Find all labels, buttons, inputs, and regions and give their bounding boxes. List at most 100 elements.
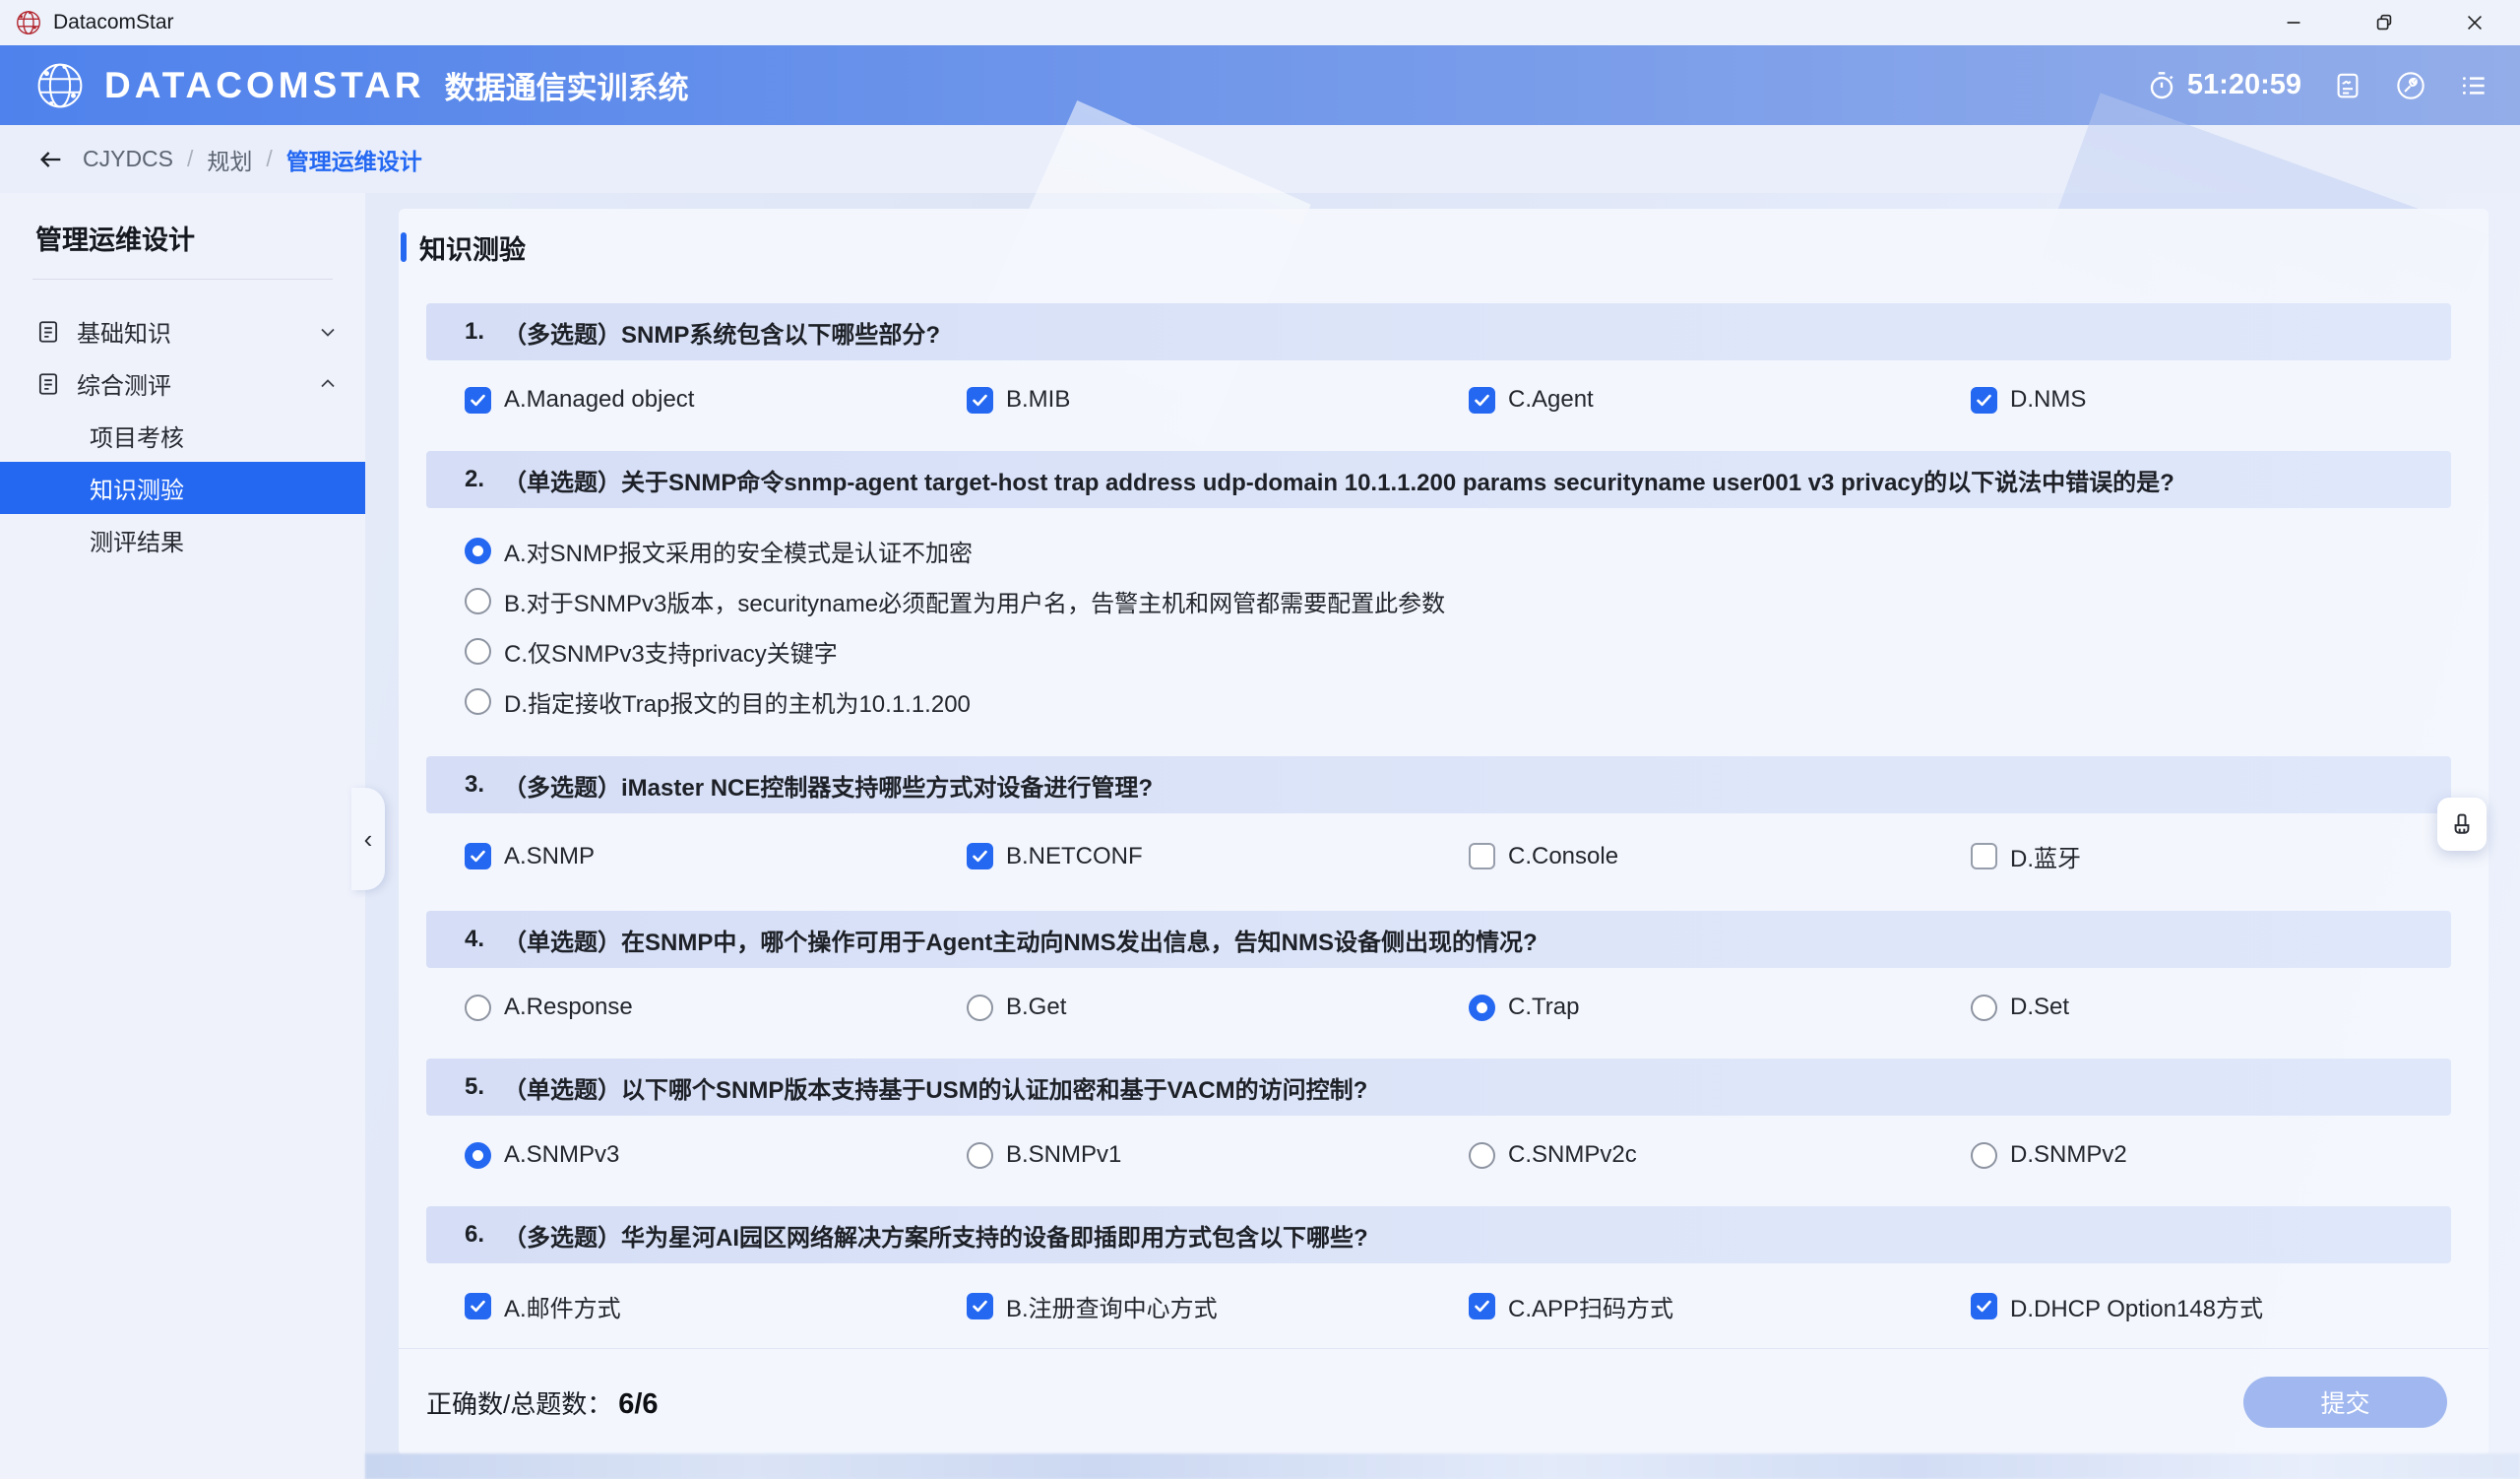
submit-button[interactable]: 提交: [2243, 1377, 2447, 1428]
radio-selected-icon[interactable]: [465, 1142, 491, 1169]
checkbox-checked-icon[interactable]: [465, 1293, 491, 1319]
brush-icon[interactable]: [2437, 798, 2487, 851]
checkbox-checked-icon[interactable]: [1971, 1293, 1997, 1319]
question-text: （多选题）SNMP系统包含以下哪些部分?: [503, 315, 940, 350]
radio-unselected-icon[interactable]: [465, 638, 491, 665]
option[interactable]: B.NETCONF: [967, 843, 1469, 870]
checkbox-checked-icon[interactable]: [1469, 1293, 1495, 1319]
back-arrow-icon[interactable]: [37, 146, 65, 173]
option-label: D.DHCP Option148方式: [2010, 1289, 2263, 1323]
checkbox-checked-icon[interactable]: [967, 1293, 993, 1319]
question-options: A.Managed object B.MIBC.AgentD.NMS: [426, 360, 2451, 451]
question-number: 2.: [465, 466, 484, 493]
radio-unselected-icon[interactable]: [465, 588, 491, 614]
workspace: 管理运维设计 基础知识综合测评项目考核知识测验测评结果 ‹ 知识测验 1.（多选…: [0, 193, 2520, 1479]
option[interactable]: A.Response: [465, 994, 967, 1021]
app-logo-icon: [14, 8, 43, 37]
breadcrumb-item[interactable]: CJYDCS: [83, 146, 173, 172]
option[interactable]: A.邮件方式: [465, 1289, 967, 1323]
question-options: A.SNMPv3 B.SNMPv1 C.SNMPv2c D.SNMPv2: [426, 1116, 2451, 1206]
checkbox-unchecked-icon[interactable]: [1469, 843, 1495, 869]
option-label: C.SNMPv2c: [1508, 1141, 1637, 1169]
option[interactable]: A.SNMPv3: [465, 1141, 967, 1169]
session-timer: 51:20:59: [2146, 69, 2301, 101]
system-name: 数据通信实训系统: [445, 63, 689, 107]
option[interactable]: C.Console: [1469, 843, 1971, 870]
wrench-icon[interactable]: [2394, 69, 2427, 102]
question-options: A.邮件方式B.注册查询中心方式C.APP扫码方式 D.DHCP Option14…: [426, 1263, 2451, 1348]
radio-unselected-icon[interactable]: [1971, 1142, 1997, 1169]
restore-icon[interactable]: [2339, 0, 2429, 45]
radio-selected-icon[interactable]: [1469, 995, 1495, 1021]
option-label: D.Set: [2010, 994, 2069, 1021]
option[interactable]: A.对SNMP报文采用的安全模式是认证不加密: [465, 534, 2451, 568]
option-label: C.Trap: [1508, 994, 1579, 1021]
option[interactable]: D.NMS: [1971, 386, 2451, 414]
checkbox-checked-icon[interactable]: [967, 387, 993, 414]
sidebar-item-item[interactable]: 测评结果: [0, 514, 365, 566]
option-label: B.Get: [1006, 994, 1066, 1021]
sidebar-item-item[interactable]: 项目考核: [0, 410, 365, 462]
radio-unselected-icon[interactable]: [967, 995, 993, 1021]
option[interactable]: C.Agent: [1469, 386, 1971, 414]
option[interactable]: D.Set: [1971, 994, 2451, 1021]
option[interactable]: C.仅SNMPv3支持privacy关键字: [465, 634, 2451, 669]
checkbox-checked-icon[interactable]: [1469, 387, 1495, 414]
option[interactable]: C.APP扫码方式: [1469, 1289, 1971, 1323]
list-icon[interactable]: [2457, 69, 2490, 102]
sidebar-collapse-handle[interactable]: ‹: [351, 788, 385, 890]
report-icon[interactable]: [2331, 69, 2364, 102]
option-label: B.对于SNMPv3版本，securityname必须配置为用户名，告警主机和网…: [504, 584, 1445, 618]
option[interactable]: B.MIB: [967, 386, 1469, 414]
brand: DATACOMSTAR 数据通信实训系统: [33, 59, 689, 112]
question-number: 4.: [465, 926, 484, 953]
checkbox-checked-icon[interactable]: [465, 843, 491, 869]
checkbox-checked-icon[interactable]: [465, 387, 491, 414]
option[interactable]: B.SNMPv1: [967, 1141, 1469, 1169]
chevron-down-icon: [316, 320, 340, 344]
option[interactable]: C.Trap: [1469, 994, 1971, 1021]
timer-value: 51:20:59: [2187, 69, 2301, 101]
breadcrumb-separator: /: [266, 146, 272, 172]
checkbox-unchecked-icon[interactable]: [1971, 843, 1997, 869]
radio-unselected-icon[interactable]: [967, 1142, 993, 1169]
sidebar-title: 管理运维设计: [35, 219, 365, 257]
question-header: 1.（多选题）SNMP系统包含以下哪些部分?: [426, 303, 2451, 360]
option[interactable]: D.DHCP Option148方式: [1971, 1289, 2451, 1323]
option[interactable]: B.Get: [967, 994, 1469, 1021]
checkbox-checked-icon[interactable]: [1971, 387, 1997, 414]
radio-selected-icon[interactable]: [465, 538, 491, 564]
radio-unselected-icon[interactable]: [1469, 1142, 1495, 1169]
option[interactable]: B.注册查询中心方式: [967, 1289, 1469, 1323]
os-titlebar: DatacomStar: [0, 0, 2520, 45]
option-label: B.SNMPv1: [1006, 1141, 1121, 1169]
radio-unselected-icon[interactable]: [1971, 995, 1997, 1021]
option[interactable]: A.Managed object: [465, 386, 967, 414]
option[interactable]: D.SNMPv2: [1971, 1141, 2451, 1169]
option[interactable]: A.SNMP: [465, 843, 967, 870]
sidebar-group-expanded[interactable]: 综合测评: [0, 357, 365, 410]
option[interactable]: B.对于SNMPv3版本，securityname必须配置为用户名，告警主机和网…: [465, 584, 2451, 618]
question-text: （多选题）iMaster NCE控制器支持哪些方式对设备进行管理?: [503, 768, 1153, 803]
breadcrumb-item[interactable]: 规划: [207, 143, 252, 176]
question-options: A.Response B.Get C.Trap D.Set: [426, 968, 2451, 1059]
option-label: C.Console: [1508, 843, 1618, 870]
breadcrumb-item[interactable]: 管理运维设计: [286, 143, 422, 176]
question-number: 6.: [465, 1221, 484, 1249]
option-label: A.Managed object: [504, 386, 694, 414]
option[interactable]: D.指定接收Trap报文的目的主机为10.1.1.200: [465, 684, 2451, 719]
radio-unselected-icon[interactable]: [465, 995, 491, 1021]
option[interactable]: D.蓝牙: [1971, 839, 2451, 873]
close-icon[interactable]: [2429, 0, 2520, 45]
sidebar-group-collapsed[interactable]: 基础知识: [0, 305, 365, 357]
document-icon: [35, 319, 61, 345]
option-label: A.对SNMP报文采用的安全模式是认证不加密: [504, 534, 973, 568]
option-label: C.仅SNMPv3支持privacy关键字: [504, 634, 838, 669]
checkbox-checked-icon[interactable]: [967, 843, 993, 869]
option-label: D.蓝牙: [2010, 839, 2081, 873]
radio-unselected-icon[interactable]: [465, 688, 491, 715]
minimize-icon[interactable]: [2248, 0, 2339, 45]
question: 2.（单选题）关于SNMP命令snmp-agent target-host tr…: [426, 451, 2451, 756]
option[interactable]: C.SNMPv2c: [1469, 1141, 1971, 1169]
sidebar-item-active[interactable]: 知识测验: [0, 462, 365, 514]
